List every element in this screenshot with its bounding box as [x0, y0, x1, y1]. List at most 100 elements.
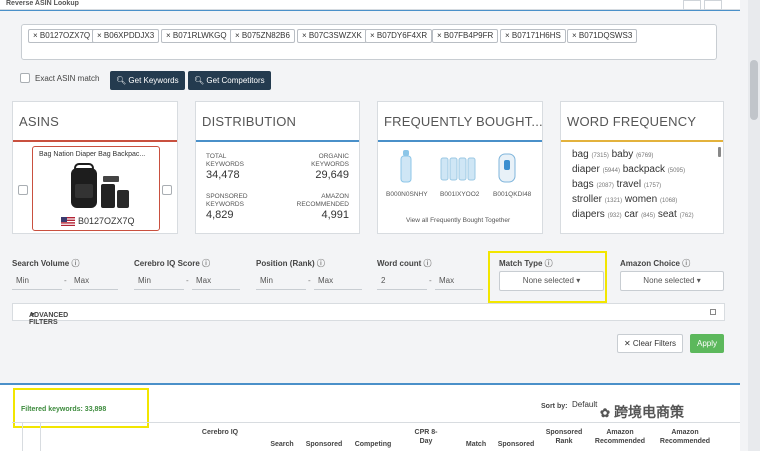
- column-header[interactable]: Sponsored: [303, 440, 345, 449]
- word-count-min[interactable]: 2: [377, 272, 427, 290]
- asin-chip[interactable]: × B075ZN82B6: [230, 29, 295, 43]
- position-label: Position (Rank) ⓘ: [256, 259, 325, 268]
- asin-input-box[interactable]: × B0127OZX7Q × B06XPDDJX3 × B071RLWKGQ ×…: [21, 24, 717, 60]
- amazon-choice-label: Amazon Choice ⓘ: [620, 259, 691, 268]
- help-icon: ⓘ: [682, 259, 691, 268]
- word-frequency-row: stroller (1321) women (1068): [572, 194, 678, 205]
- asin-chip[interactable]: × B07DY6F4XR: [365, 29, 433, 43]
- word-count-max[interactable]: Max: [435, 272, 483, 290]
- toolbar-button[interactable]: [704, 0, 722, 10]
- word-frequency-list: bag (7315) baby (6769) diaper (5944) bac…: [572, 148, 694, 223]
- us-flag-icon: [61, 217, 75, 226]
- search-volume-max[interactable]: Max: [70, 272, 118, 290]
- product-title: Bag Nation Diaper Bag Backpac...: [39, 151, 146, 158]
- get-keywords-button[interactable]: 🔍︎ Get Keywords: [110, 71, 185, 90]
- card-accent: [196, 140, 359, 142]
- caret-down-icon: ▾: [696, 276, 701, 285]
- watermark: ✿ 跨境电商策: [600, 404, 684, 420]
- distribution-card-title: DISTRIBUTION: [202, 114, 297, 129]
- word-frequency-row: diapers (932) car (845) seat (762): [572, 209, 694, 220]
- card-accent: [378, 140, 542, 142]
- cerebro-iq-min[interactable]: Min: [134, 272, 184, 290]
- table-header-rule: [12, 422, 740, 423]
- column-header[interactable]: Amazon Recommended: [654, 428, 716, 446]
- card-accent: [13, 140, 177, 142]
- word-frequency-card-title: WORD FREQUENCY: [567, 114, 697, 129]
- clear-filters-button[interactable]: ✕ Clear Filters: [617, 334, 683, 353]
- advanced-filters-toggle[interactable]: ▼ ADVANCED FILTERS: [12, 303, 725, 326]
- fbt-item-asin[interactable]: B001QKDI48: [493, 191, 531, 198]
- exact-match-row: Exact ASIN match: [20, 73, 99, 83]
- search-icon: 🔍︎: [194, 76, 205, 85]
- column-header[interactable]: Search: [266, 440, 298, 449]
- sort-by-label: Sort by:: [541, 403, 568, 410]
- asins-card-title: ASINS: [19, 114, 60, 129]
- asin-chip[interactable]: × B07C3SWZXK: [297, 29, 367, 43]
- help-icon: ⓘ: [202, 259, 211, 268]
- expand-icon: [710, 309, 716, 315]
- help-icon: ⓘ: [71, 259, 80, 268]
- column-header[interactable]: Competing: [352, 440, 394, 449]
- word-frequency-row: bag (7315) baby (6769): [572, 149, 654, 160]
- apply-button[interactable]: Apply: [690, 334, 724, 353]
- position-max[interactable]: Max: [314, 272, 362, 290]
- range-dash: -: [308, 276, 311, 285]
- exact-match-label: Exact ASIN match: [35, 73, 100, 83]
- search-icon: 🔍︎: [116, 76, 127, 85]
- range-dash: -: [429, 276, 432, 285]
- asin-chip[interactable]: × B0127OZX7Q: [28, 29, 96, 43]
- amazon-choice-select[interactable]: None selected ▾: [620, 271, 724, 291]
- prev-checkbox[interactable]: [18, 185, 28, 195]
- product-card[interactable]: Bag Nation Diaper Bag Backpac... B0127OZ…: [32, 146, 160, 231]
- column-header[interactable]: Sponsored Rank: [543, 428, 585, 446]
- range-dash: -: [64, 276, 67, 285]
- word-frequency-row: bags (2087) travel (1757): [572, 179, 662, 190]
- close-icon: ✕: [623, 339, 631, 348]
- asin-chip[interactable]: × B06XPDDJX3: [92, 29, 160, 43]
- page-title: Reverse ASIN Lookup: [6, 0, 79, 7]
- sort-by-select[interactable]: Default: [572, 400, 597, 409]
- word-count-label: Word count ⓘ: [377, 259, 432, 268]
- bottles-pack-image: [440, 157, 476, 181]
- exact-match-checkbox[interactable]: [20, 73, 30, 83]
- column-header[interactable]: Cerebro IQ: [200, 428, 240, 437]
- sponsored-keywords-stat: SPONSORED KEYWORDS 4,829: [206, 193, 248, 221]
- column-header[interactable]: Sponsored: [494, 440, 538, 449]
- get-competitors-button[interactable]: 🔍︎ Get Competitors: [188, 71, 271, 90]
- asin-chip[interactable]: × B07171H6HS: [500, 29, 566, 43]
- cerebro-iq-label: Cerebro IQ Score ⓘ: [134, 259, 211, 268]
- highlight-box: [488, 251, 607, 303]
- position-min[interactable]: Min: [256, 272, 306, 290]
- cerebro-iq-max[interactable]: Max: [192, 272, 240, 290]
- product-asin: B0127OZX7Q: [78, 216, 135, 226]
- asin-chip[interactable]: × B07FB4P9FR: [432, 29, 499, 43]
- range-dash: -: [186, 276, 189, 285]
- column-header[interactable]: Match: [462, 440, 490, 449]
- scrollbar[interactable]: [718, 147, 721, 157]
- fbt-item-asin[interactable]: B001IXYOO2: [440, 191, 479, 198]
- page-scrollbar-thumb[interactable]: [750, 60, 758, 120]
- amazon-recommended-stat: AMAZON RECOMMENDED 4,991: [296, 193, 349, 221]
- column-header[interactable]: Amazon Recommended: [592, 428, 648, 446]
- asin-chip[interactable]: × B071RLWKGQ: [161, 29, 232, 43]
- total-keywords-stat: TOTAL KEYWORDS 34,478: [206, 153, 244, 181]
- fbt-item-asin[interactable]: B000N0SNHY: [386, 191, 428, 198]
- view-all-fbt-link[interactable]: View all Frequently Bought Together: [406, 217, 510, 224]
- column-divider: [22, 422, 23, 451]
- search-volume-label: Search Volume ⓘ: [12, 259, 80, 268]
- header-divider: [0, 10, 740, 11]
- distribution-card: DISTRIBUTION TOTAL KEYWORDS 34,478 ORGAN…: [195, 101, 360, 234]
- next-checkbox[interactable]: [162, 185, 172, 195]
- word-frequency-row: diaper (5944) backpack (5095): [572, 164, 686, 175]
- asin-chip[interactable]: × B071DQSWS3: [567, 29, 638, 43]
- column-header[interactable]: CPR 8-Day: [411, 428, 441, 446]
- help-icon: ⓘ: [316, 259, 325, 268]
- toolbar-button[interactable]: [683, 0, 701, 10]
- column-divider: [40, 422, 41, 451]
- word-frequency-card: WORD FREQUENCY bag (7315) baby (6769) di…: [560, 101, 724, 234]
- bottle-image: [400, 150, 412, 183]
- card-accent: [561, 140, 723, 142]
- search-volume-min[interactable]: Min: [12, 272, 62, 290]
- top-bar: Reverse ASIN Lookup: [0, 0, 740, 10]
- backpack-image: [71, 163, 129, 208]
